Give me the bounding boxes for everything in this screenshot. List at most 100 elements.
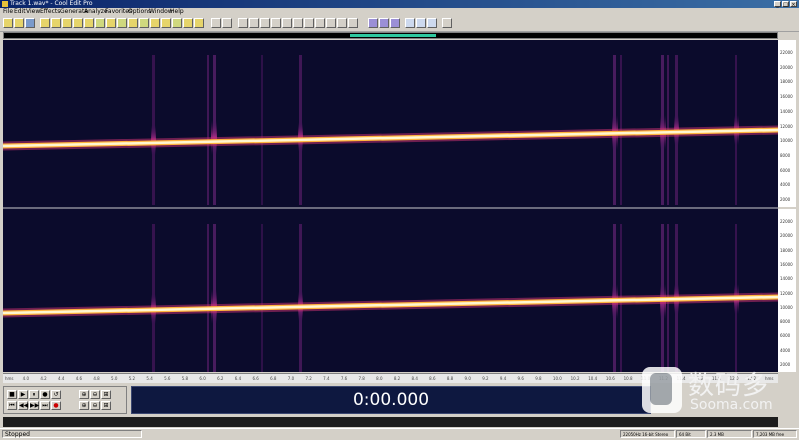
spectrogram-right-svg (3, 224, 778, 372)
fit-icon[interactable] (293, 18, 303, 28)
play-button[interactable]: ▶ (18, 390, 28, 399)
frequency-ruler-bottom: 22000 20000 18000 16000 14000 12000 10000 8000 6… (778, 209, 796, 372)
fast-forward-button[interactable]: ▶▶ (29, 401, 39, 410)
time-tick-label: 4.4 (58, 376, 65, 381)
zoom-out-horizontal-icon[interactable]: ⊖ (90, 390, 100, 399)
reverse-icon[interactable] (348, 18, 358, 28)
time-tick-label: hms (5, 376, 14, 381)
frequency-analysis-icon[interactable] (183, 18, 193, 28)
loop-play-button[interactable]: ↺ (51, 390, 61, 399)
marker-icon[interactable] (150, 18, 160, 28)
frequency-tick-label: 8000 (780, 319, 791, 325)
menu-effects[interactable]: Effects (40, 8, 60, 16)
frequency-tick-label: 18000 (780, 247, 793, 253)
frequency-tick-label: 4000 (780, 347, 791, 353)
cue-icon[interactable] (161, 18, 171, 28)
frequency-tick-label: 22000 (780, 50, 793, 55)
frequency-tick-label: 2000 (780, 197, 791, 202)
time-tick-label: 4.6 (75, 376, 83, 381)
tool-2-icon[interactable] (416, 18, 426, 28)
time-tick-label: 9.8 (535, 376, 542, 381)
frequency-tick-label: 12000 (780, 290, 793, 296)
marker-list-icon[interactable] (260, 18, 270, 28)
zoom-icon[interactable] (106, 18, 116, 28)
time-tick-label: 8.4 (411, 376, 418, 381)
ruler-icon[interactable] (271, 18, 281, 28)
fade-icon[interactable] (337, 18, 347, 28)
pause-button[interactable]: ⏸ (29, 390, 39, 399)
menu-file[interactable]: File (3, 8, 13, 16)
frequency-tick-label: 14000 (780, 108, 793, 114)
undo-icon[interactable] (73, 18, 83, 28)
menu-edit[interactable]: Edit (14, 8, 26, 16)
time-tick-label: 7.2 (305, 376, 312, 381)
go-start-button[interactable]: ⏮ (7, 401, 17, 410)
waveform-view-icon[interactable] (211, 18, 221, 28)
effect-1-icon[interactable] (368, 18, 378, 28)
frequency-tick-label: 6000 (780, 333, 791, 339)
time-tick-label: 10.4 (588, 376, 598, 381)
frequency-tick-label: 16000 (780, 261, 793, 267)
new-file-icon[interactable] (3, 18, 13, 28)
spectral-view-icon[interactable] (222, 18, 232, 28)
snap-icon[interactable] (238, 18, 248, 28)
time-tick-label: 8.8 (446, 376, 454, 381)
time-tick-label: 4.2 (40, 376, 47, 381)
open-icon[interactable] (14, 18, 24, 28)
status-free-space: 7,203 MB free (753, 430, 797, 438)
silence-icon[interactable] (315, 18, 325, 28)
rewind-button[interactable]: ◀◀ (18, 401, 28, 410)
record-2-button[interactable]: ● (51, 401, 61, 410)
toolbar (0, 16, 799, 32)
record-button[interactable]: ● (40, 390, 50, 399)
paste-icon[interactable] (62, 18, 72, 28)
redo-icon[interactable] (84, 18, 94, 28)
menu-view[interactable]: View (26, 8, 40, 16)
close-button[interactable]: × (790, 1, 797, 8)
zoom-in-horizontal-icon[interactable]: ⊕ (79, 390, 89, 399)
effect-2-icon[interactable] (379, 18, 389, 28)
go-end-button[interactable]: ⏭ (40, 401, 50, 410)
multitrack-icon[interactable] (172, 18, 182, 28)
crop-icon[interactable] (304, 18, 314, 28)
transport-panel: ■ ▶ ⏸ ● ↺ ⏮ ◀◀ ▶▶ ⏭ ● ⊕ ⊖ ⊞ ⊕ ⊖ ⊞ (3, 386, 127, 414)
zoom-selection-icon[interactable]: ⊞ (101, 401, 111, 410)
time-tick-label: 7.0 (287, 376, 295, 381)
grid-icon[interactable] (249, 18, 259, 28)
frequency-tick-label: 14000 (780, 276, 793, 282)
zoom-in-vertical-icon[interactable]: ⊕ (79, 401, 89, 410)
menu-help[interactable]: Help (170, 8, 184, 16)
save-icon[interactable] (25, 18, 35, 28)
title-bar: Track 1.wav* - Cool Edit Pro _ □ × (0, 0, 799, 8)
spectrogram-right-channel[interactable] (3, 209, 778, 372)
cut-icon[interactable] (40, 18, 50, 28)
status-state: Stopped (2, 430, 142, 438)
overview-visible-range[interactable] (350, 34, 436, 37)
spectral-icon[interactable] (128, 18, 138, 28)
stop-button[interactable]: ■ (7, 390, 17, 399)
status-bit-depth: 64 Bit (676, 430, 706, 438)
overview-bar[interactable] (3, 32, 778, 39)
copy-icon[interactable] (51, 18, 61, 28)
mix-icon[interactable] (95, 18, 105, 28)
time-tick-label: 8.0 (376, 376, 383, 381)
zoom-out-vertical-icon[interactable]: ⊖ (90, 401, 100, 410)
time-tick-label: 6.0 (199, 376, 206, 381)
frequency-tick-label: 10000 (780, 304, 793, 310)
scroll-icon[interactable] (282, 18, 292, 28)
time-tick-label: 5.4 (146, 376, 153, 381)
minimize-button[interactable]: _ (774, 1, 781, 8)
effect-3-icon[interactable] (390, 18, 400, 28)
frequency-tick-label: 10000 (780, 138, 793, 144)
menu-options[interactable]: Options (128, 8, 151, 16)
loop-icon[interactable] (139, 18, 149, 28)
zoom-full-icon[interactable]: ⊞ (101, 390, 111, 399)
spectrogram-left-channel[interactable] (3, 40, 778, 207)
tool-1-icon[interactable] (405, 18, 415, 28)
scripts-icon[interactable] (194, 18, 204, 28)
tool-3-icon[interactable] (427, 18, 437, 28)
help-icon[interactable] (442, 18, 452, 28)
maximize-button[interactable]: □ (782, 1, 789, 8)
edit-icon[interactable] (117, 18, 127, 28)
normalize-icon[interactable] (326, 18, 336, 28)
